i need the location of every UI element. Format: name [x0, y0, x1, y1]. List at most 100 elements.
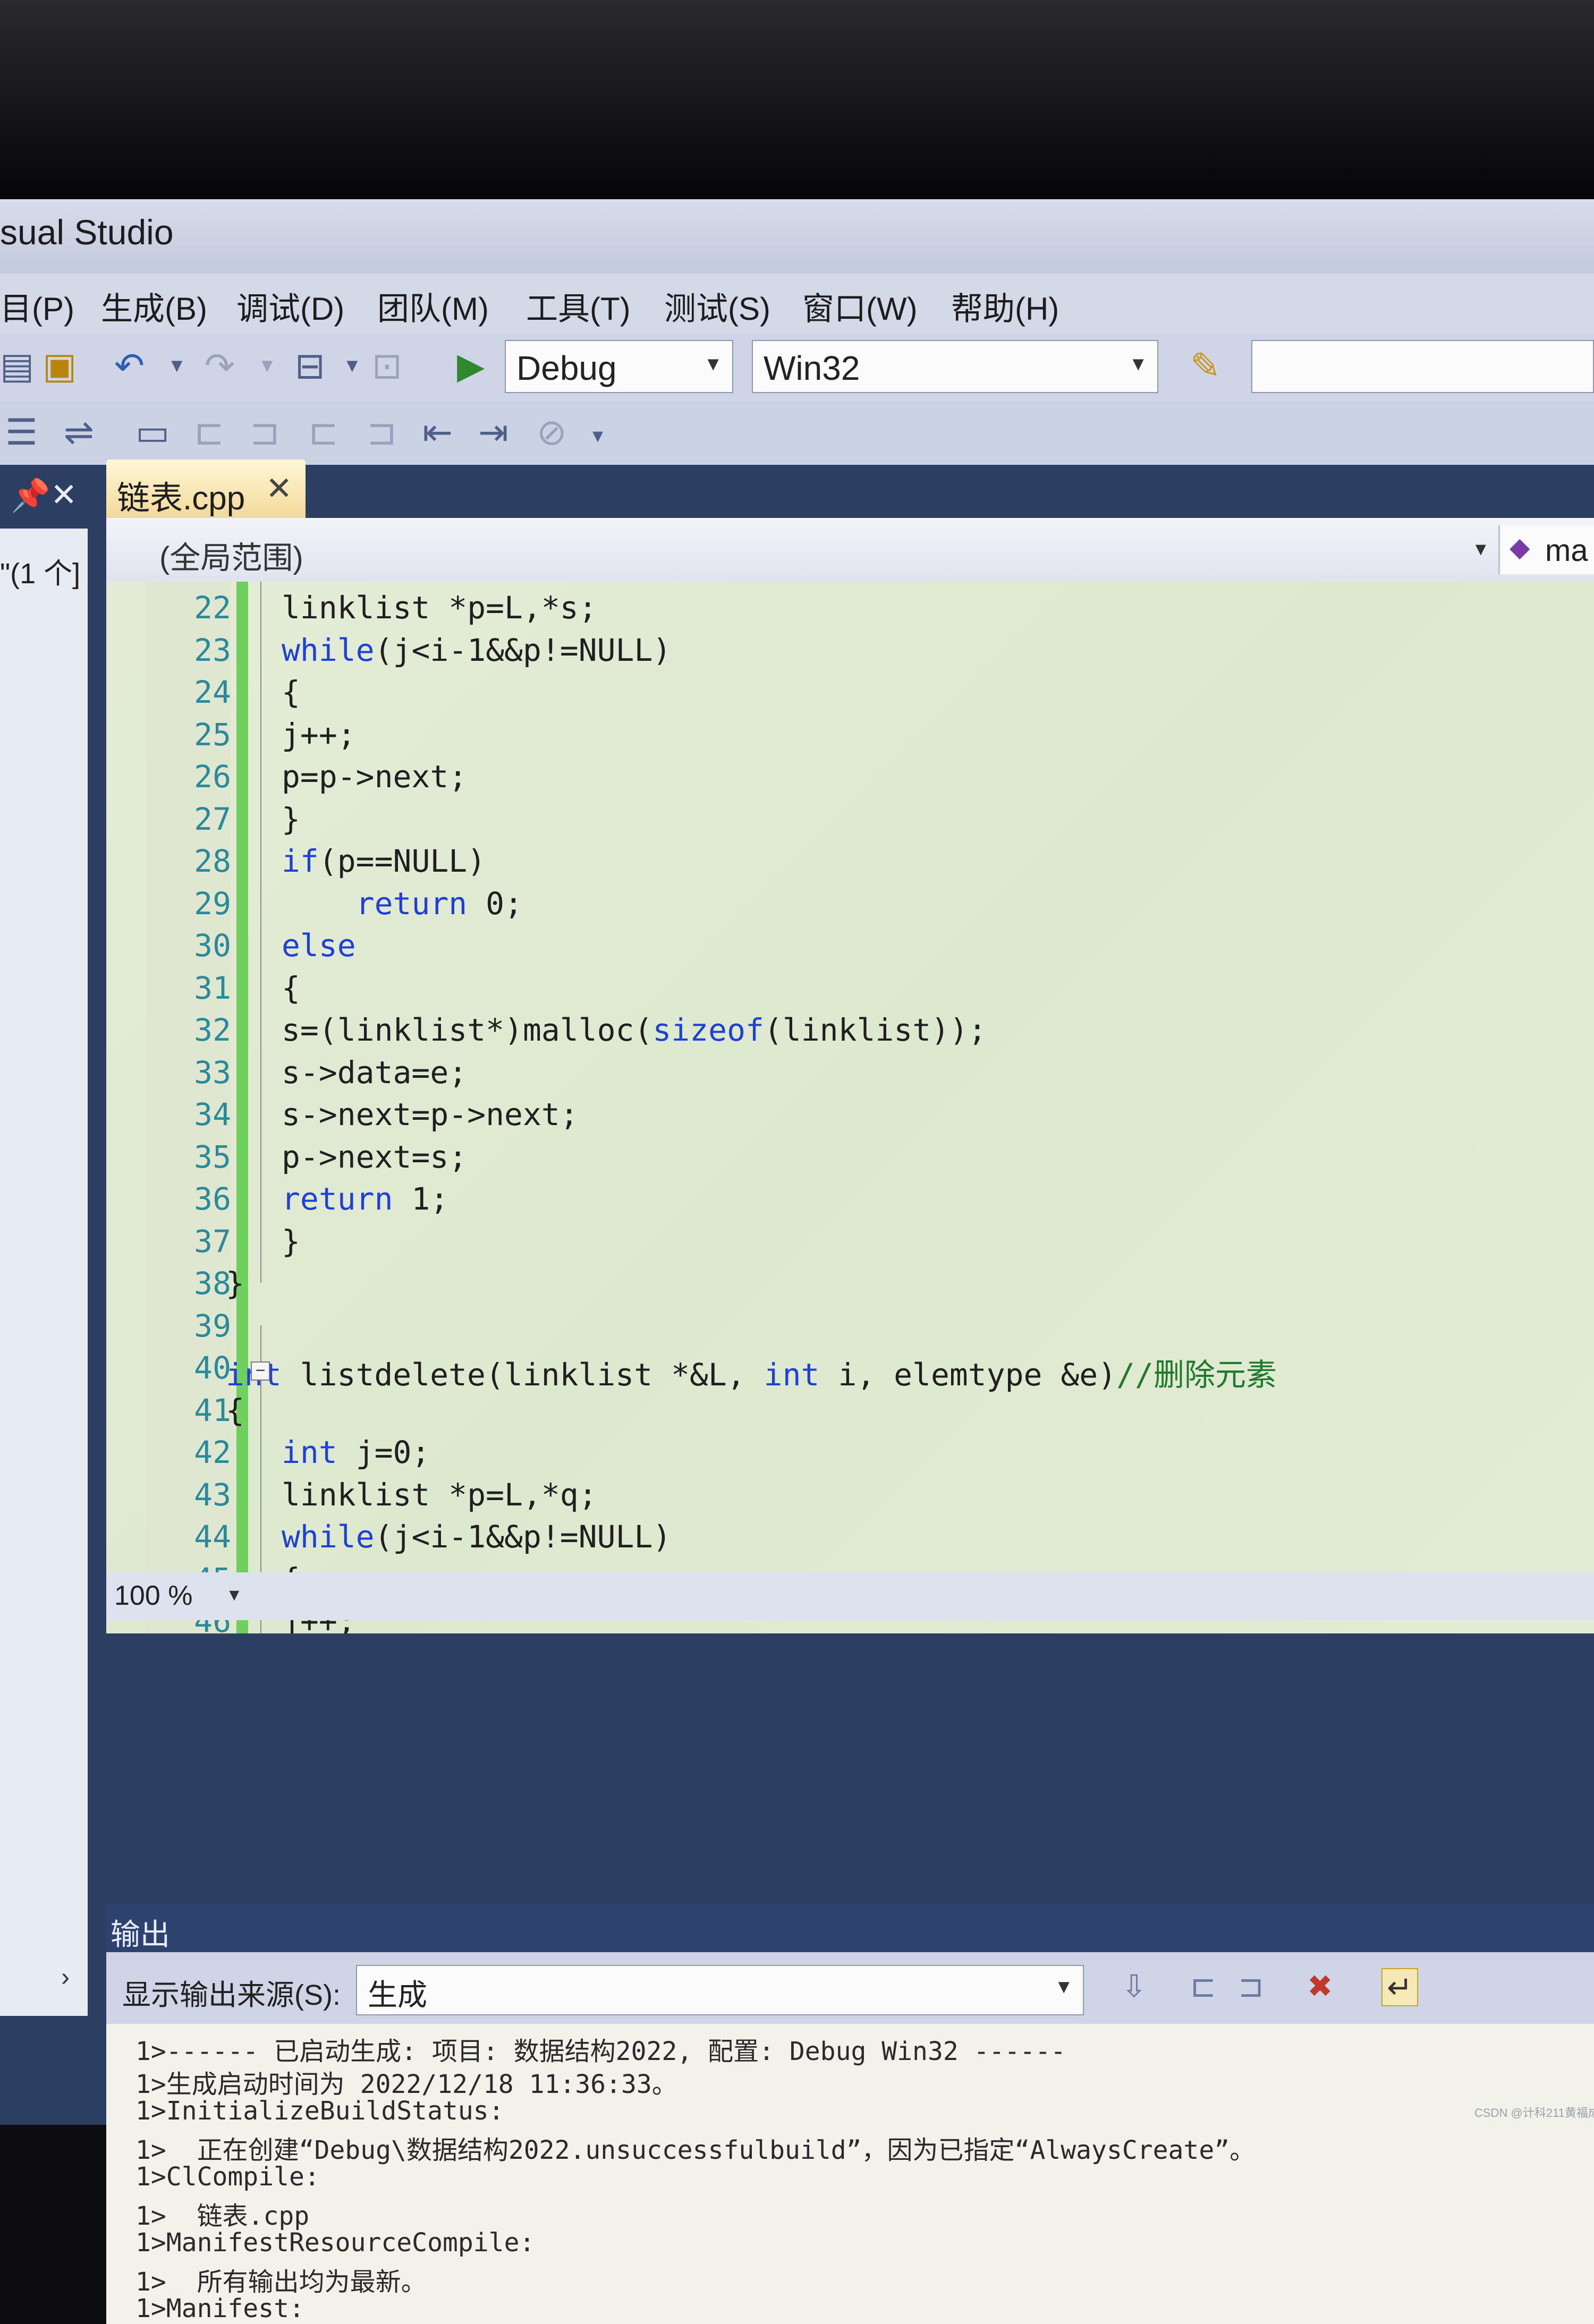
standard-toolbar: ▤ ▣ ↶ ▼ ↷ ▼ ⊟ ▼ ⊡ ▶ Debug ▼ Win32 ▼ ✎ — [0, 335, 1594, 401]
code-text: { — [226, 1392, 244, 1428]
code-line[interactable]: 33 s->data=e; — [106, 1054, 1594, 1097]
comment-lines-icon[interactable]: ☰ — [5, 414, 38, 450]
solution-config-dropdown[interactable]: Debug ▼ — [505, 340, 733, 393]
code-line[interactable]: 27} — [106, 801, 1594, 844]
next-bookmark-document-icon[interactable]: ⇥ — [478, 414, 508, 450]
watermark-text: CSDN @计科211黄福成 — [1474, 2106, 1594, 2119]
undo-icon[interactable]: ↶ — [114, 348, 145, 384]
output-line: 1>InitializeBuildStatus: — [135, 2096, 504, 2126]
navigate-backward-icon[interactable]: ⊟ — [295, 348, 325, 384]
code-token: linklist *p=L,*q; — [282, 1476, 597, 1513]
find-box[interactable] — [1251, 340, 1594, 393]
tab-linked-list-cpp[interactable]: 链表.cpp ✕ — [106, 459, 306, 518]
code-line[interactable]: 37} — [106, 1223, 1594, 1266]
menu-help[interactable]: 帮助(H) — [951, 283, 1059, 329]
redo-icon[interactable]: ↷ — [205, 348, 235, 384]
line-number: 39 — [194, 1307, 231, 1344]
solution-platform-dropdown[interactable]: Win32 ▼ — [752, 340, 1158, 393]
save-all-icon[interactable]: ▤ — [0, 348, 34, 384]
code-line[interactable]: 44 while(j<i-1&&p!=NULL) — [106, 1519, 1594, 1561]
chevron-down-icon[interactable]: ▼ — [1472, 539, 1490, 560]
monitor-bezel — [0, 0, 1594, 202]
output-source-dropdown[interactable]: 生成 ▼ — [356, 1965, 1084, 2015]
undo-dropdown-icon[interactable]: ▼ — [167, 356, 186, 375]
code-text: int j=0; — [282, 1434, 430, 1470]
go-to-location-icon[interactable]: ⇩ — [1121, 1968, 1147, 2004]
toolbar-overflow-icon[interactable]: ▾ — [592, 425, 603, 446]
menu-debug[interactable]: 调试(D) — [236, 283, 344, 329]
chevron-right-icon[interactable]: › — [61, 1963, 70, 1992]
code-text: p=p->next; — [282, 759, 467, 795]
code-line[interactable]: 31 { — [106, 970, 1594, 1012]
code-line[interactable]: 32 s=(linklist*)malloc(sizeof(linklist)); — [106, 1012, 1594, 1054]
line-number: 41 — [194, 1392, 231, 1428]
clear-bookmarks-icon[interactable]: ⊘ — [537, 414, 567, 450]
keyword-token: if — [282, 843, 319, 879]
menu-test[interactable]: 测试(S) — [664, 283, 770, 329]
toggle-bookmark-icon[interactable]: ▭ — [135, 414, 169, 450]
menu-team[interactable]: 团队(M) — [377, 283, 489, 329]
line-number: 25 — [194, 716, 231, 753]
code-token: { — [282, 674, 300, 710]
code-line[interactable]: 36 return 1; — [106, 1181, 1594, 1223]
code-line[interactable]: 43 linklist *p=L,*q; — [106, 1477, 1594, 1519]
menu-window[interactable]: 窗口(W) — [802, 283, 918, 329]
close-icon[interactable]: ✕ — [50, 476, 77, 514]
member-dropdown[interactable]: ◆ ma — [1498, 525, 1594, 574]
next-bookmark-folder-icon[interactable]: ⊐ — [367, 414, 397, 450]
code-line[interactable]: 25 j++; — [106, 717, 1594, 759]
find-in-files-icon[interactable]: ✎ — [1190, 348, 1220, 384]
code-editor: (全局范围) ▼ ◆ ma I 22linklist *p=L,*s;23whi… — [106, 518, 1594, 1633]
start-debugging-icon[interactable]: ▶ — [457, 348, 485, 384]
menu-tools[interactable]: 工具(T) — [526, 283, 631, 329]
code-line[interactable]: 41{ — [106, 1392, 1594, 1435]
code-line[interactable]: 40int listdelete(linklist *&L, int i, el… — [106, 1350, 1594, 1393]
previous-bookmark-folder-icon[interactable]: ⊏ — [308, 414, 338, 450]
menu-project[interactable]: 目(P) — [0, 283, 74, 329]
uncomment-lines-icon[interactable]: ⇌ — [64, 414, 94, 450]
output-text-area[interactable]: 1>------ 已启动生成: 项目: 数据结构2022, 配置: Debug … — [106, 2024, 1594, 2324]
word-wrap-icon[interactable]: ↵ — [1381, 1968, 1418, 2006]
chevron-down-icon: ▼ — [1129, 353, 1148, 374]
code-text: linklist *p=L,*s; — [282, 590, 597, 626]
collapse-icon[interactable]: − — [251, 1361, 270, 1381]
code-line[interactable]: 24 { — [106, 674, 1594, 717]
code-token: (linklist)); — [764, 1012, 987, 1048]
code-line[interactable]: 39 — [106, 1308, 1594, 1350]
pin-icon[interactable]: 📌 — [11, 476, 50, 514]
keyword-token: else — [282, 927, 356, 964]
chevron-down-icon[interactable]: ▼ — [226, 1585, 243, 1605]
code-line[interactable]: 28 if(p==NULL) — [106, 843, 1594, 886]
menu-build[interactable]: 生成(B) — [101, 283, 207, 329]
code-token: s=(linklist*)malloc( — [282, 1012, 653, 1048]
code-token: i, elemtype &e) — [819, 1357, 1117, 1393]
next-bookmark-icon[interactable]: ⊐ — [250, 414, 280, 450]
next-message-icon[interactable]: ⊐ — [1238, 1968, 1264, 2004]
zoom-level[interactable]: 100 % — [114, 1580, 192, 1612]
close-tab-icon[interactable]: ✕ — [266, 470, 292, 507]
navigation-bar: (全局范围) ▼ ◆ ma — [106, 518, 1594, 583]
previous-message-icon[interactable]: ⊏ — [1190, 1968, 1216, 2004]
output-line: 1>Manifest: — [135, 2294, 304, 2323]
scope-dropdown[interactable]: (全局范围) — [159, 533, 303, 577]
paste-icon[interactable]: ▣ — [43, 348, 77, 384]
code-line[interactable]: 30 else — [106, 927, 1594, 970]
line-number: 40 — [194, 1350, 231, 1386]
solution-item[interactable]: "(1 个] — [0, 550, 80, 592]
previous-bookmark-icon[interactable]: ⊏ — [194, 414, 224, 450]
code-line[interactable]: 26 p=p->next; — [106, 759, 1594, 801]
code-line[interactable]: 23 while(j<i-1&&p!=NULL) — [106, 632, 1594, 675]
previous-bookmark-document-icon[interactable]: ⇤ — [422, 414, 453, 450]
code-line[interactable]: 34 s->next=p->next; — [106, 1096, 1594, 1139]
code-line[interactable]: 29 return 0; — [106, 886, 1594, 928]
navigate-forward-icon[interactable]: ⊡ — [372, 348, 402, 384]
code-line[interactable]: 42 int j=0; — [106, 1434, 1594, 1477]
code-line[interactable]: 35 p->next=s; — [106, 1139, 1594, 1181]
code-line[interactable]: 22 linklist *p=L,*s; — [106, 590, 1594, 632]
clear-all-icon[interactable]: ✖ — [1307, 1968, 1333, 2004]
navigate-dropdown-icon[interactable]: ▼ — [343, 356, 362, 375]
line-number: 35 — [194, 1138, 231, 1175]
code-line[interactable]: 38} — [106, 1265, 1594, 1308]
redo-dropdown-icon[interactable]: ▼ — [258, 356, 277, 375]
code-area[interactable]: I 22linklist *p=L,*s;23while(j<i-1&&p!=N… — [106, 582, 1594, 1633]
